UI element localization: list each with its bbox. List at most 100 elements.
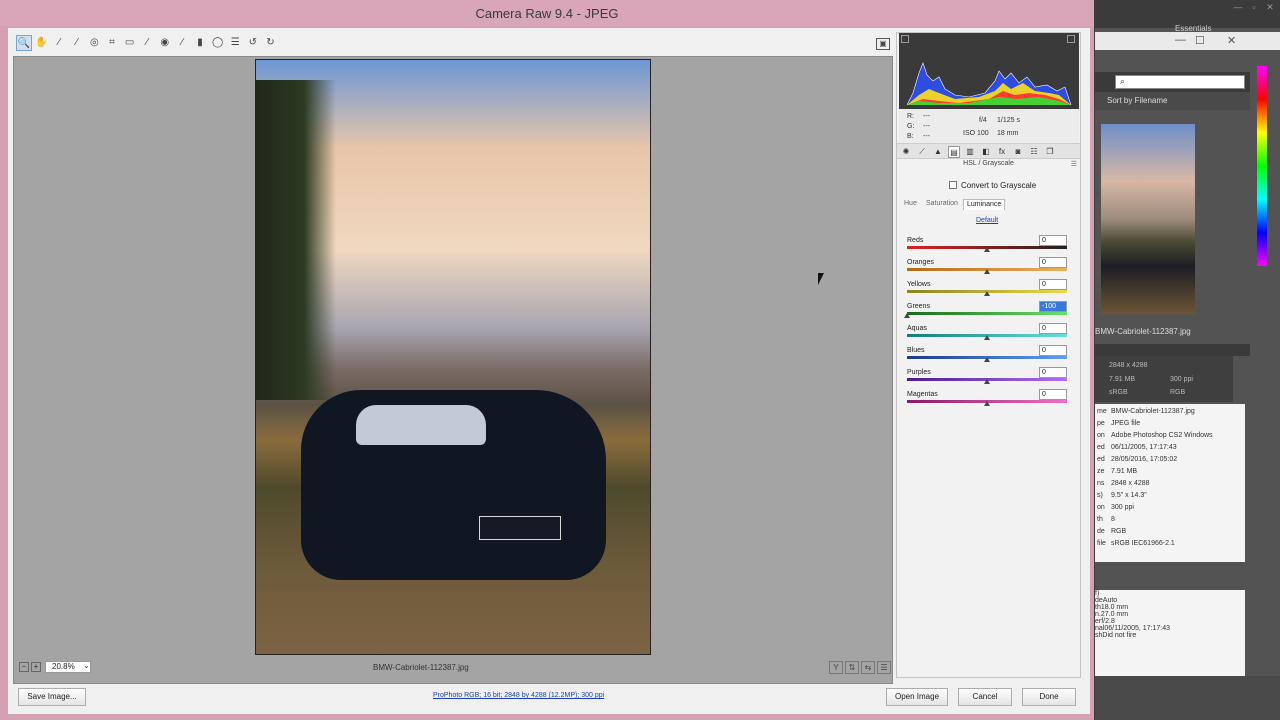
slider-label: Magentas [907, 391, 938, 398]
radial-filter-tool-icon[interactable]: ◯ [210, 35, 226, 51]
minimize-icon[interactable]: — [1231, 2, 1245, 14]
zoom-out-icon[interactable]: − [19, 662, 29, 672]
effects-tab-icon[interactable]: fx [996, 146, 1008, 158]
slider-label: Aquas [907, 325, 927, 332]
convert-to-grayscale-checkbox[interactable]: Convert to Grayscale [949, 181, 1036, 190]
toggle-view-icon[interactable]: ⇅ [845, 661, 859, 674]
chevron-down-icon[interactable]: ⌄ [83, 661, 90, 670]
slider-value-field[interactable]: 0 [1039, 279, 1067, 290]
image-preview[interactable] [13, 56, 893, 684]
tab-saturation[interactable]: Saturation [923, 199, 961, 210]
preferences-tool-icon[interactable]: ☰ [227, 35, 243, 51]
slider-thumb[interactable] [984, 379, 990, 384]
crop-tool-icon[interactable]: ⌗ [104, 35, 120, 51]
slider-value-field[interactable]: 0 [1039, 323, 1067, 334]
swap-settings-icon[interactable]: ⇆ [861, 661, 875, 674]
restore-icon[interactable]: ▫ [1247, 2, 1261, 14]
tab-hue[interactable]: Hue [901, 199, 920, 210]
graduated-filter-tool-icon[interactable]: ▮ [192, 35, 208, 51]
slider-value-field[interactable]: 0 [1039, 257, 1067, 268]
before-after-icon[interactable]: Y [829, 661, 843, 674]
metadata-value: JPEG file [1111, 420, 1141, 427]
highlight-clipping-icon[interactable] [1067, 35, 1075, 43]
metadata-row: shDid not fire [1095, 632, 1245, 639]
metadata-row: on Adobe Photoshop CS2 Windows [1095, 432, 1245, 443]
default-link[interactable]: Default [976, 217, 998, 224]
slider-greens[interactable]: Greens -100 [904, 301, 1069, 325]
slider-thumb[interactable] [984, 401, 990, 406]
rotate-right-tool-icon[interactable]: ↻ [262, 35, 278, 51]
slider-oranges[interactable]: Oranges 0 [907, 257, 1069, 281]
open-image-button[interactable]: Open Image [886, 688, 948, 706]
slider-thumb[interactable] [904, 313, 910, 318]
tab-luminance[interactable]: Luminance [963, 199, 1006, 210]
maximize-icon[interactable]: ☐ [1195, 34, 1205, 47]
metadata-key: de [1095, 597, 1103, 604]
metadata-row: f) [1095, 590, 1245, 597]
slider-blues[interactable]: Blues 0 [907, 345, 1069, 369]
shadow-clipping-icon[interactable] [901, 35, 909, 43]
slider-aquas[interactable]: Aquas 0 [907, 323, 1069, 347]
hand-tool-icon[interactable]: ✋ [34, 35, 50, 51]
slider-thumb[interactable] [984, 269, 990, 274]
close-icon[interactable]: ✕ [1227, 34, 1236, 47]
presets-tab-icon[interactable]: ☷ [1028, 146, 1040, 158]
photo-preview[interactable] [255, 59, 651, 655]
cancel-button[interactable]: Cancel [958, 688, 1012, 706]
adjustment-brush-tool-icon[interactable]: ⁄ [174, 35, 190, 51]
metadata-row: n.27.0 mm [1095, 611, 1245, 618]
close-icon[interactable]: ✕ [1263, 2, 1277, 14]
red-eye-tool-icon[interactable]: ◉ [157, 35, 173, 51]
split-toning-tab-icon[interactable]: ▥ [964, 146, 976, 158]
straighten-tool-icon[interactable]: ▭ [122, 35, 138, 51]
slider-reds[interactable]: Reds 0 [907, 235, 1069, 259]
slider-value-field[interactable]: 0 [1039, 345, 1067, 356]
targeted-adjustment-tool-icon[interactable]: ◎ [86, 35, 102, 51]
save-image-button[interactable]: Save Image... [18, 688, 86, 706]
spot-removal-tool-icon[interactable]: ⁄ [139, 35, 155, 51]
metadata-key: th [1097, 516, 1103, 523]
dialog-title: Camera Raw 9.4 - JPEG [0, 0, 1094, 26]
slider-track[interactable] [907, 312, 1067, 315]
tone-curve-tab-icon[interactable]: ⟋ [916, 146, 928, 158]
lens-corrections-tab-icon[interactable]: ◧ [980, 146, 992, 158]
minimize-icon[interactable]: — [1175, 34, 1186, 46]
preview-toggle-icon[interactable]: ▣ [876, 38, 890, 50]
slider-thumb[interactable] [984, 335, 990, 340]
snapshots-tab-icon[interactable]: ❐ [1044, 146, 1056, 158]
workflow-options-link[interactable]: ProPhoto RGB; 16 bit; 2848 by 4288 (12.2… [433, 692, 604, 699]
zoom-in-icon[interactable]: + [31, 662, 41, 672]
slider-magentas[interactable]: Magentas 0 [907, 389, 1069, 413]
rotate-left-tool-icon[interactable]: ↺ [245, 35, 261, 51]
white-balance-tool-icon[interactable]: ⁄ [51, 35, 67, 51]
search-input[interactable]: ⌕ [1115, 75, 1245, 89]
metadata-value: 8 [1111, 516, 1115, 523]
checkbox-icon[interactable] [949, 181, 957, 189]
sort-dropdown[interactable]: Sort by Filename [1095, 92, 1250, 110]
slider-yellows[interactable]: Yellows 0 [907, 279, 1069, 303]
basic-tab-icon[interactable]: ✺ [900, 146, 912, 158]
settings-icon[interactable]: ☰ [877, 661, 891, 674]
metadata-key: nal [1095, 625, 1105, 632]
zoom-tool-icon[interactable]: 🔍 [16, 35, 32, 51]
photo-plate [479, 516, 561, 540]
slider-thumb[interactable] [984, 291, 990, 296]
panel-menu-icon[interactable]: ☰ [1071, 160, 1077, 168]
slider-thumb[interactable] [984, 247, 990, 252]
photo-trees [256, 80, 336, 400]
detail-tab-icon[interactable]: ▲ [932, 146, 944, 158]
done-button[interactable]: Done [1022, 688, 1076, 706]
color-sampler-tool-icon[interactable]: ⁄ [69, 35, 85, 51]
metadata-key: on [1097, 504, 1105, 511]
slider-thumb[interactable] [984, 357, 990, 362]
slider-value-field[interactable]: 0 [1039, 367, 1067, 378]
slider-value-field[interactable]: -100 [1039, 301, 1067, 312]
slider-value-field[interactable]: 0 [1039, 389, 1067, 400]
slider-value-field[interactable]: 0 [1039, 235, 1067, 246]
thumbnail-filename: BMW-Cabriolet-112387.jpg [1095, 327, 1191, 336]
metadata-key: pe [1097, 420, 1105, 427]
image-thumbnail[interactable] [1101, 124, 1195, 314]
slider-purples[interactable]: Purples 0 [907, 367, 1069, 391]
hsl-tab-icon[interactable]: ▤ [948, 146, 960, 158]
camera-calibration-tab-icon[interactable]: ◙ [1012, 146, 1024, 158]
